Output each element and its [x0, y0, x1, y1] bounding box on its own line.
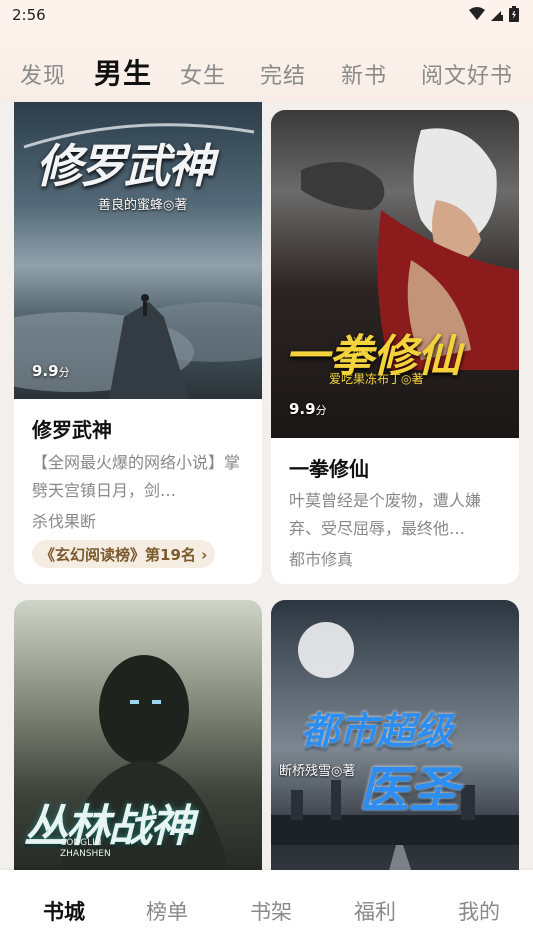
battery-icon — [509, 6, 519, 22]
book-description: 叶莫曾经是个废物，遭人嫌弃、受尽屈辱，最终他… — [289, 491, 482, 538]
cover-author: 断桥残雪◎著 — [279, 764, 356, 779]
nav-bookshelf[interactable]: 书架 — [250, 896, 292, 926]
cover-pinyin-1: CONGLIN — [60, 838, 102, 848]
book-cover[interactable]: 修罗武神 善良的蜜蜂◎著 9.9分 — [14, 102, 262, 399]
book-cover[interactable]: 一拳修仙 XIU XIAN 爱吃果冻布丁◎著 9.9分 — [271, 110, 519, 438]
tab-new-books[interactable]: 新书 — [341, 58, 387, 90]
category-tabs: 发现 男生 女生 完结 新书 阅文好书 — [0, 34, 533, 102]
score-value: 9.9 — [289, 400, 316, 418]
tab-yuewen-good-books[interactable]: 阅文好书 — [421, 58, 513, 90]
nav-bookstore[interactable]: 书城 — [43, 896, 85, 926]
cover-pinyin: XIU XIAN — [353, 336, 373, 355]
bottom-nav: 书城 榜单 书架 福利 我的 — [0, 870, 533, 948]
book-card[interactable]: 丛林战神 CONGLIN ZHANSHEN — [14, 600, 262, 900]
book-card[interactable]: 都市超级 医圣 断桥残雪◎著 — [271, 600, 519, 900]
book-card[interactable]: 修罗武神 善良的蜜蜂◎著 9.9分 修罗武神 【全网最火爆的网络小说】掌劈天宫镇… — [14, 102, 262, 584]
book-category[interactable]: 都市修真 — [289, 546, 353, 570]
cover-pinyin-2: ZHANSHEN — [60, 849, 111, 859]
status-icons — [469, 6, 519, 22]
tab-completed[interactable]: 完结 — [260, 58, 306, 90]
nav-ranking[interactable]: 榜单 — [146, 896, 188, 926]
tab-male[interactable]: 男生 — [94, 52, 152, 92]
cover-title-2: 医圣 — [359, 760, 459, 819]
status-bar: 2:56 — [0, 0, 533, 34]
cover-illustration — [54, 655, 234, 900]
score-unit: 分 — [315, 404, 327, 417]
cover-illustration — [301, 128, 519, 370]
nav-mine[interactable]: 我的 — [458, 896, 500, 926]
book-title[interactable]: 一拳修仙 — [289, 453, 369, 482]
book-category[interactable]: 杀伐果断 — [32, 508, 96, 532]
nav-welfare[interactable]: 福利 — [354, 896, 396, 926]
signal-icon — [491, 7, 503, 21]
status-time: 2:56 — [12, 6, 46, 24]
cover-title: 丛林战神 — [24, 801, 194, 852]
book-score: 9.9分 — [32, 362, 70, 380]
cover-author: 爱吃果冻布丁◎著 — [329, 372, 424, 386]
rank-badge[interactable]: 《玄幻阅读榜》第19名 › — [32, 540, 216, 568]
cover-title-1: 都市超级 — [301, 708, 454, 753]
score-unit: 分 — [58, 366, 70, 379]
book-description: 【全网最火爆的网络小说】掌劈天宫镇日月，剑… — [32, 453, 241, 500]
score-value: 9.9 — [32, 362, 59, 380]
tab-female[interactable]: 女生 — [180, 58, 226, 90]
book-card[interactable]: 一拳修仙 XIU XIAN 爱吃果冻布丁◎著 9.9分 一拳修仙 叶莫曾经是个废… — [271, 110, 519, 584]
book-score: 9.9分 — [289, 400, 327, 418]
tab-discover[interactable]: 发现 — [20, 58, 66, 90]
book-cover[interactable]: 丛林战神 CONGLIN ZHANSHEN — [14, 600, 262, 900]
cover-title: 修罗武神 — [36, 139, 214, 193]
book-title[interactable]: 修罗武神 — [32, 414, 112, 443]
book-cover[interactable]: 都市超级 医圣 断桥残雪◎著 — [271, 600, 519, 900]
cover-author: 善良的蜜蜂◎著 — [98, 198, 188, 213]
wifi-icon — [469, 7, 485, 20]
